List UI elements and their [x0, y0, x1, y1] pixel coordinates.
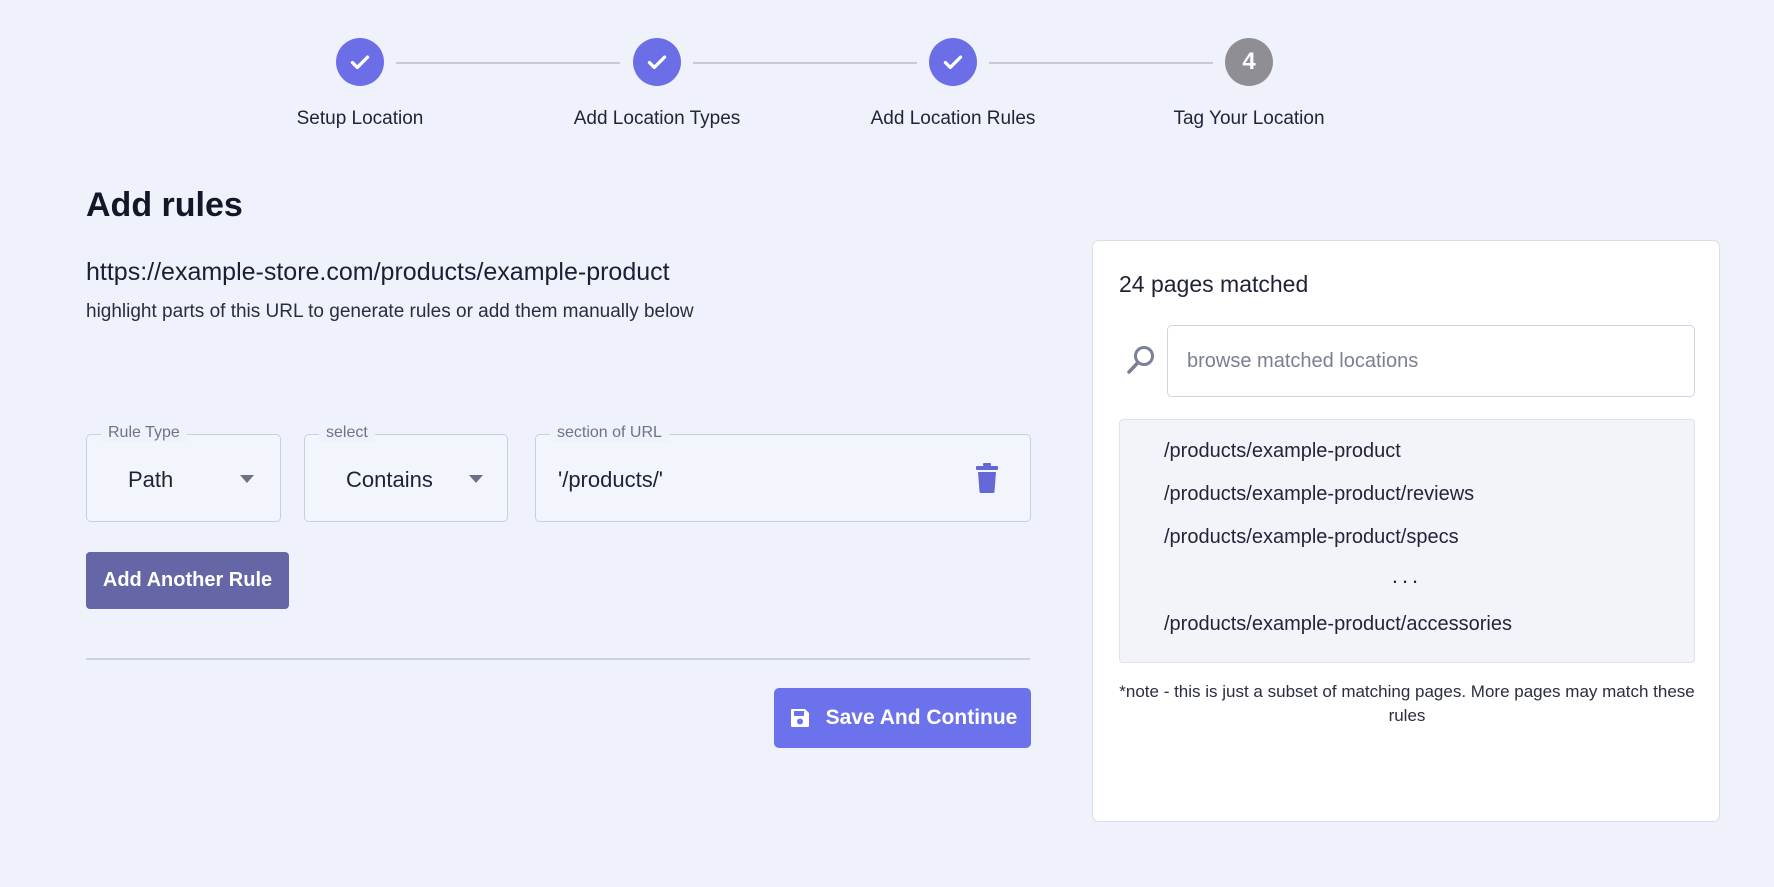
- matched-count: 24 pages matched: [1119, 271, 1309, 297]
- save-button-label: Save And Continue: [825, 706, 1018, 729]
- url-section-value: '/products/': [558, 467, 664, 492]
- check-icon: [943, 55, 963, 70]
- step-complete-indicator: [929, 38, 977, 86]
- list-item[interactable]: /products/example-product/specs: [1164, 526, 1459, 549]
- match-operator-value: Contains: [346, 467, 433, 492]
- matched-pages-panel: 24 pages matched /products/example-produ…: [1092, 240, 1720, 822]
- matched-locations-list: /products/example-product /products/exam…: [1119, 419, 1695, 663]
- step-label: Add Location Rules: [870, 108, 1036, 129]
- match-operator-select[interactable]: select Contains: [304, 424, 508, 522]
- subset-note: *note - this is just a subset of matchin…: [1119, 682, 1695, 725]
- save-and-continue-button[interactable]: Save And Continue: [774, 688, 1031, 748]
- step-add-location-rules[interactable]: Add Location Rules: [823, 38, 1083, 130]
- step-complete-indicator: [633, 38, 681, 86]
- step-number-indicator: 4: [1225, 38, 1273, 86]
- check-icon: [647, 55, 667, 70]
- field-legend: Rule Type: [101, 424, 187, 442]
- check-icon: [350, 55, 370, 70]
- step-complete-indicator: [336, 38, 384, 86]
- search-input[interactable]: [1167, 325, 1695, 397]
- field-legend: select: [319, 424, 375, 442]
- step-label: Setup Location: [296, 108, 424, 129]
- list-item[interactable]: /products/example-product/accessories: [1164, 613, 1512, 636]
- step-label: Tag Your Location: [1173, 108, 1325, 129]
- step-add-location-types[interactable]: Add Location Types: [527, 38, 787, 130]
- add-another-rule-button[interactable]: Add Another Rule: [86, 552, 289, 609]
- rule-type-value: Path: [128, 467, 174, 492]
- rule-type-select[interactable]: Rule Type Path: [86, 424, 281, 522]
- field-legend: section of URL: [550, 424, 669, 442]
- chevron-down-icon: [240, 475, 254, 483]
- list-item[interactable]: /products/example-product/reviews: [1164, 483, 1474, 506]
- step-tag-your-location[interactable]: 4 Tag Your Location: [1119, 38, 1379, 130]
- url-hint-text: highlight parts of this URL to generate …: [86, 301, 694, 322]
- chevron-down-icon: [469, 475, 483, 483]
- step-label: Add Location Types: [573, 108, 741, 129]
- step-setup-location[interactable]: Setup Location: [230, 38, 490, 130]
- more-results-ellipsis: ...: [1391, 563, 1423, 588]
- list-item[interactable]: /products/example-product: [1164, 440, 1401, 463]
- progress-stepper: Setup Location Add Location Types Add Lo…: [0, 38, 1774, 148]
- floppy-disk-icon: [790, 709, 809, 727]
- url-section-field[interactable]: section of URL '/products/': [535, 424, 1031, 522]
- page-title: Add rules: [86, 186, 243, 224]
- search-icon: [1127, 346, 1154, 374]
- highlightable-url[interactable]: https://example-store.com/products/examp…: [86, 258, 670, 287]
- section-divider: [86, 658, 1030, 660]
- trash-icon[interactable]: [976, 463, 998, 493]
